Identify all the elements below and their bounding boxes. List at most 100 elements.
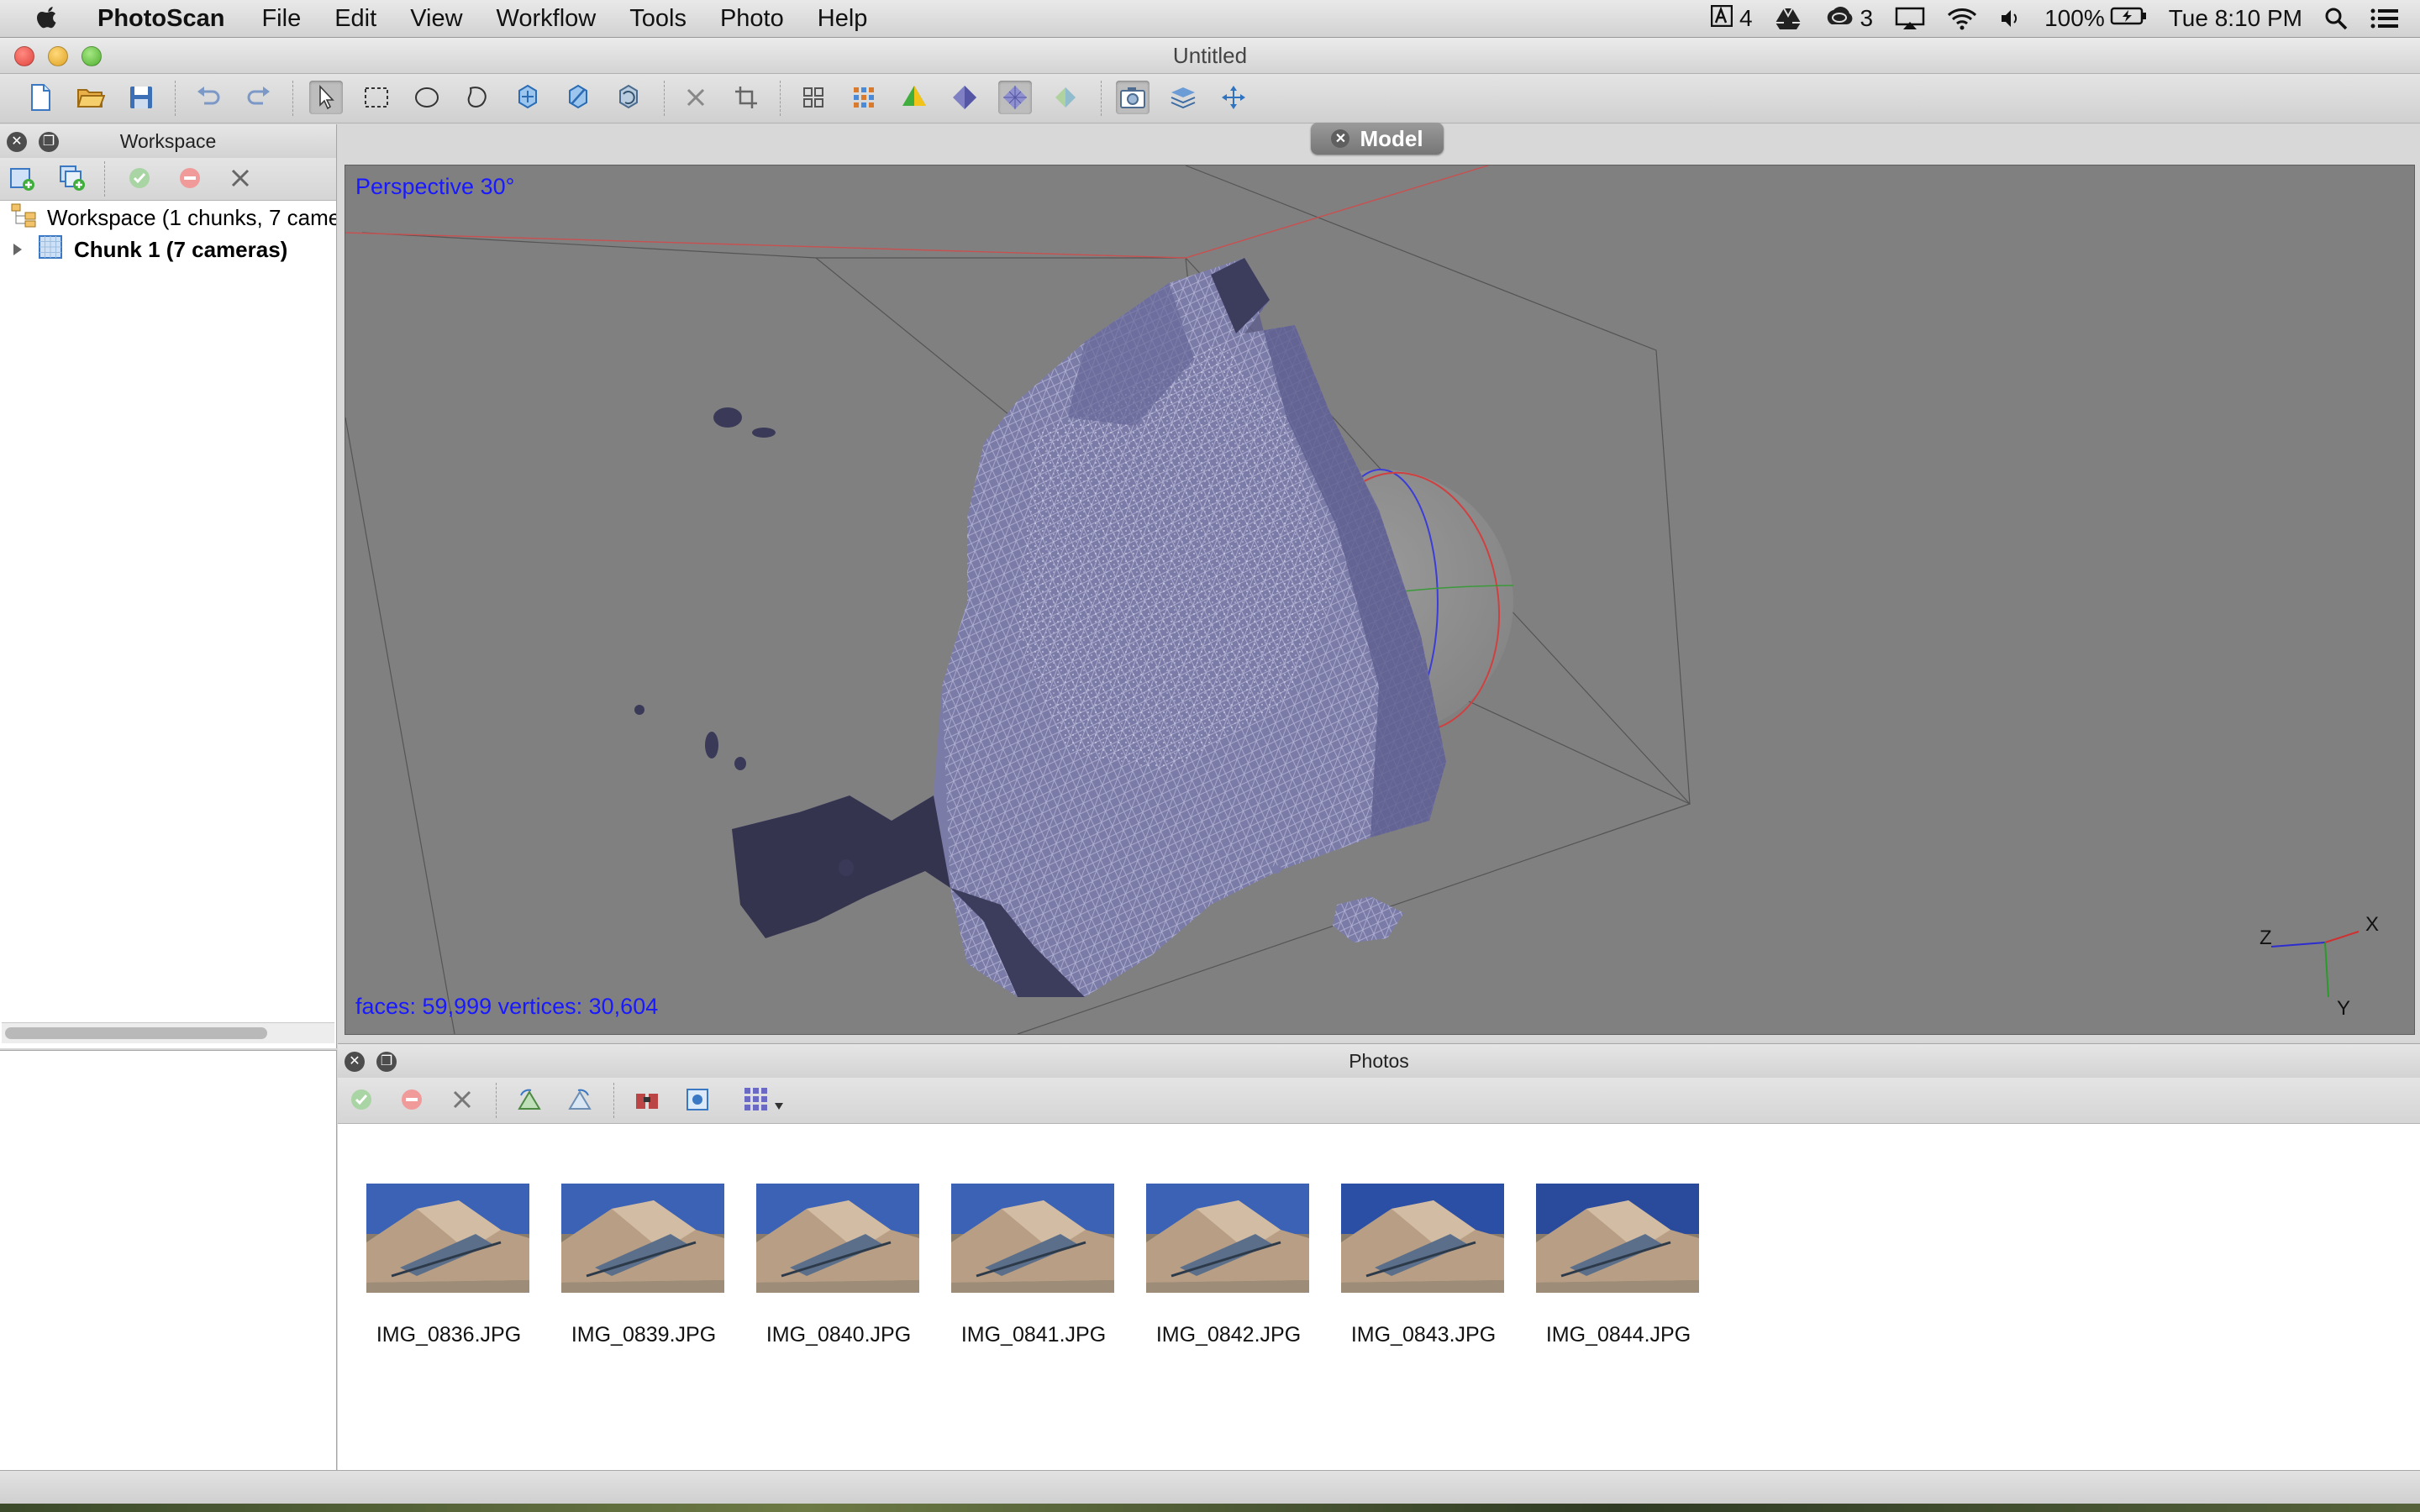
- model-tab-label: Model: [1360, 125, 1423, 151]
- photos-pane-header: ✕ ❐ Photos: [338, 1044, 2420, 1079]
- undock-pane-icon[interactable]: ❐: [39, 132, 59, 152]
- mesh-fragment: [734, 757, 746, 770]
- wifi-icon[interactable]: [1947, 3, 1977, 34]
- window-close-button[interactable]: [14, 46, 34, 66]
- close-tab-icon[interactable]: ✕: [1331, 129, 1350, 148]
- delete-selection-icon[interactable]: [679, 81, 713, 114]
- window-minimize-button[interactable]: [48, 46, 68, 66]
- close-pane-icon[interactable]: ✕: [7, 132, 27, 152]
- disable-cameras-icon[interactable]: [173, 161, 207, 195]
- airplay-icon[interactable]: [1895, 3, 1925, 34]
- menu-edit[interactable]: Edit: [318, 5, 393, 33]
- creative-cloud-status[interactable]: 3: [1823, 3, 1874, 34]
- workspace-root-label: Workspace (1 chunks, 7 cameras): [47, 204, 336, 230]
- apple-icon[interactable]: [30, 2, 64, 35]
- close-pane-icon[interactable]: ✕: [345, 1052, 365, 1072]
- model-textured-icon[interactable]: [897, 81, 931, 114]
- enable-photos-icon[interactable]: [345, 1083, 378, 1116]
- building-photo-icon: [951, 1184, 1114, 1293]
- photo-filename: IMG_0836.JPG: [376, 1323, 522, 1347]
- reset-view-icon[interactable]: [1217, 81, 1250, 114]
- view-mode-dropdown[interactable]: [741, 1083, 792, 1116]
- axis-z-label: Z: [2260, 927, 2272, 949]
- photo-filename: IMG_0843.JPG: [1350, 1323, 1497, 1347]
- show-cameras-icon[interactable]: [1116, 81, 1150, 114]
- model-mesh: [634, 258, 1446, 997]
- adobe-count: 4: [1739, 5, 1753, 31]
- photo-thumbnail[interactable]: [951, 1184, 1114, 1293]
- remove-items-icon[interactable]: [224, 161, 257, 195]
- save-icon[interactable]: [124, 81, 158, 114]
- navigation-arrow-icon[interactable]: [309, 81, 343, 114]
- creative-cloud-icon: [1823, 4, 1855, 34]
- workspace-root-item[interactable]: Workspace (1 chunks, 7 cameras): [0, 202, 336, 234]
- undo-icon[interactable]: [192, 81, 225, 114]
- workspace-toolbar: [0, 158, 336, 201]
- circle-selection-icon[interactable]: [410, 81, 444, 114]
- model-solid-icon[interactable]: [948, 81, 981, 114]
- menu-file[interactable]: File: [245, 5, 318, 33]
- photo-thumbnail[interactable]: [1146, 1184, 1309, 1293]
- add-chunk-icon[interactable]: [5, 161, 39, 195]
- window-zoom-button[interactable]: [82, 46, 102, 66]
- remove-photos-icon[interactable]: [445, 1083, 479, 1116]
- battery-status[interactable]: 100%: [2044, 3, 2147, 34]
- disable-photos-icon[interactable]: [395, 1083, 429, 1116]
- building-photo-icon: [1146, 1184, 1309, 1293]
- model-viewport[interactable]: Perspective 30° faces: 59,999 vertices: …: [345, 165, 2415, 1035]
- filter-photos-icon[interactable]: [630, 1083, 664, 1116]
- photo-filename: IMG_0840.JPG: [765, 1323, 912, 1347]
- add-photos-icon[interactable]: [55, 161, 89, 195]
- menu-help[interactable]: Help: [801, 5, 885, 33]
- enable-cameras-icon[interactable]: [123, 161, 156, 195]
- workspace-scroll-thumb[interactable]: [5, 1027, 267, 1039]
- resize-region-icon[interactable]: [561, 81, 595, 114]
- point-cloud-icon[interactable]: [847, 81, 881, 114]
- show-cameras-grid-icon[interactable]: [797, 81, 830, 114]
- notification-center-icon[interactable]: [2370, 3, 2400, 34]
- show-region-icon[interactable]: [1166, 81, 1200, 114]
- model-wireframe-icon[interactable]: [998, 81, 1032, 114]
- photo-thumbnail[interactable]: [366, 1184, 529, 1293]
- model-tab[interactable]: ✕ Model: [1311, 123, 1444, 155]
- reset-filter-icon[interactable]: [681, 1083, 714, 1116]
- workspace-horizontal-scrollbar[interactable]: [2, 1022, 334, 1043]
- menu-tools[interactable]: Tools: [613, 5, 703, 33]
- new-document-icon[interactable]: [24, 81, 57, 114]
- mesh-fragment: [752, 428, 776, 438]
- expand-chunk-icon[interactable]: [12, 237, 24, 263]
- rotate-right-icon[interactable]: [563, 1083, 597, 1116]
- window-title: Untitled: [1172, 43, 1248, 68]
- mesh-fragment: [713, 407, 742, 428]
- building-photo-icon: [366, 1184, 529, 1293]
- app-menu[interactable]: PhotoScan: [87, 5, 245, 33]
- google-drive-icon[interactable]: [1775, 3, 1802, 34]
- chunk-item[interactable]: Chunk 1 (7 cameras): [0, 234, 336, 265]
- photo-thumbnail[interactable]: [561, 1184, 724, 1293]
- spotlight-search-icon[interactable]: [2324, 3, 2348, 34]
- photo-thumbnail[interactable]: [1536, 1184, 1699, 1293]
- crop-selection-icon[interactable]: [729, 81, 763, 114]
- model-shaded-icon[interactable]: [1049, 81, 1082, 114]
- photo-filename: IMG_0841.JPG: [960, 1323, 1107, 1347]
- rotate-left-icon[interactable]: [513, 1083, 546, 1116]
- redo-icon[interactable]: [242, 81, 276, 114]
- battery-icon: [2110, 5, 2147, 32]
- move-region-icon[interactable]: [511, 81, 544, 114]
- volume-icon[interactable]: [1999, 3, 2023, 34]
- menu-workflow[interactable]: Workflow: [480, 5, 613, 33]
- free-form-selection-icon[interactable]: [460, 81, 494, 114]
- menu-photo[interactable]: Photo: [703, 5, 801, 33]
- undock-pane-icon[interactable]: ❐: [376, 1052, 397, 1072]
- menubar-clock[interactable]: Tue 8:10 PM: [2169, 3, 2302, 34]
- menu-bar: PhotoScan File Edit View Workflow Tools …: [0, 0, 2420, 38]
- building-photo-icon: [756, 1184, 919, 1293]
- adobe-status[interactable]: 4: [1710, 3, 1753, 34]
- open-folder-icon[interactable]: [74, 81, 108, 114]
- rectangle-selection-icon[interactable]: [360, 81, 393, 114]
- creative-cloud-count: 3: [1860, 5, 1874, 31]
- rotate-region-icon[interactable]: [612, 81, 645, 114]
- photo-thumbnail[interactable]: [756, 1184, 919, 1293]
- menu-view[interactable]: View: [393, 5, 479, 33]
- photo-thumbnail[interactable]: [1341, 1184, 1504, 1293]
